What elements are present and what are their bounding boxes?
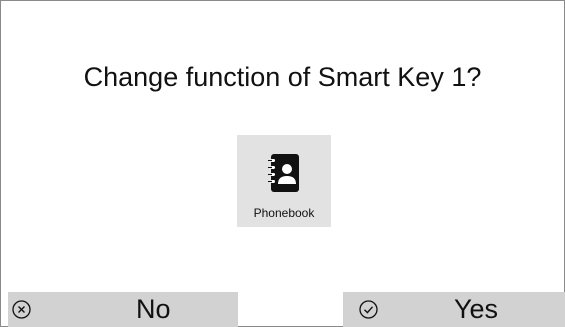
- no-button-label: No: [136, 294, 171, 324]
- cancel-circle-x-icon: [12, 300, 31, 319]
- dialog-question: Change function of Smart Key 1?: [83, 62, 482, 92]
- confirm-circle-check-icon: [359, 300, 378, 319]
- option-label: Phonebook: [253, 206, 315, 220]
- yes-button-label: Yes: [454, 294, 499, 324]
- phonebook-option-tile[interactable]: Phonebook: [237, 135, 331, 227]
- phonebook-icon: [268, 154, 299, 192]
- no-button[interactable]: No: [8, 292, 238, 327]
- yes-button[interactable]: Yes: [343, 292, 565, 327]
